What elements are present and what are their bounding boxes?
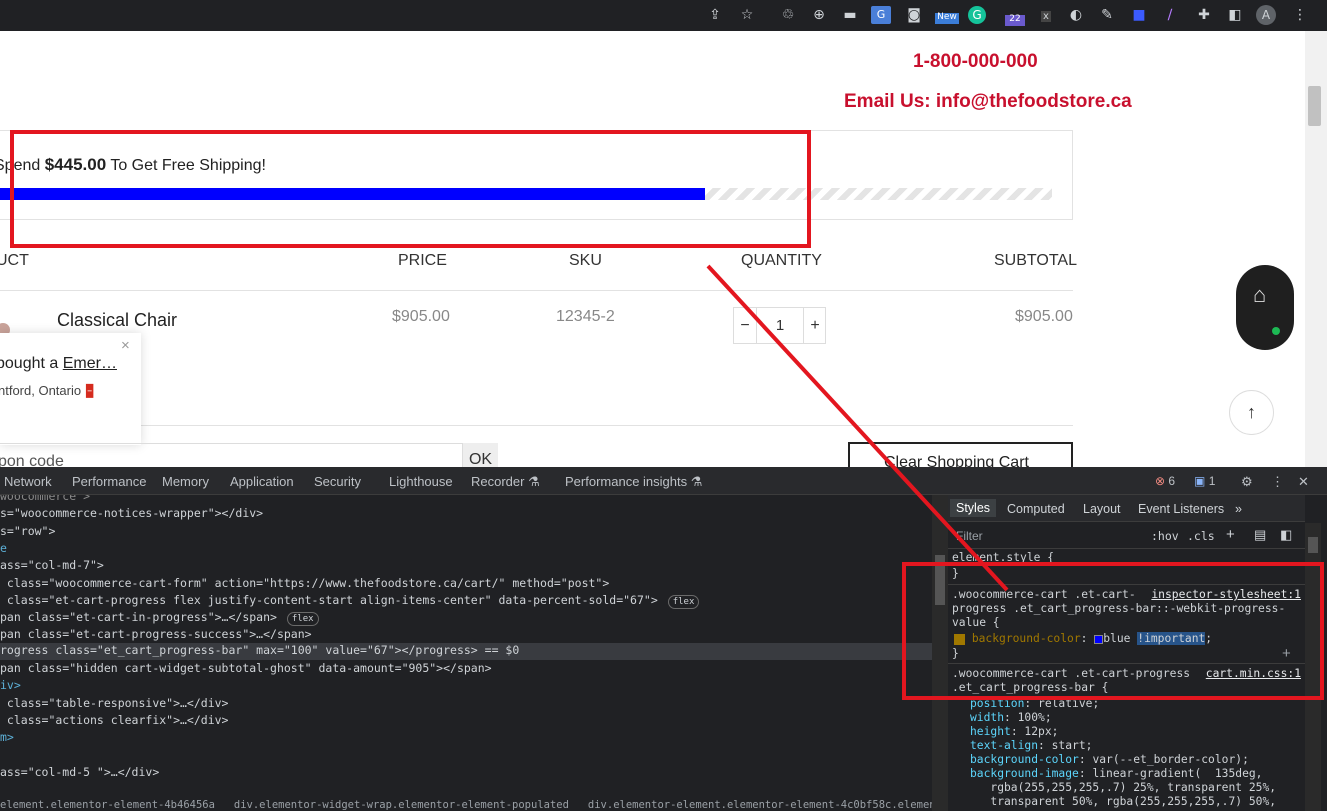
- annotation-overlay: [10, 130, 1324, 700]
- annotation-arrow: [706, 264, 1009, 592]
- annotation-box-css-rule: [902, 562, 1324, 700]
- annotation-box-progress: [10, 130, 811, 248]
